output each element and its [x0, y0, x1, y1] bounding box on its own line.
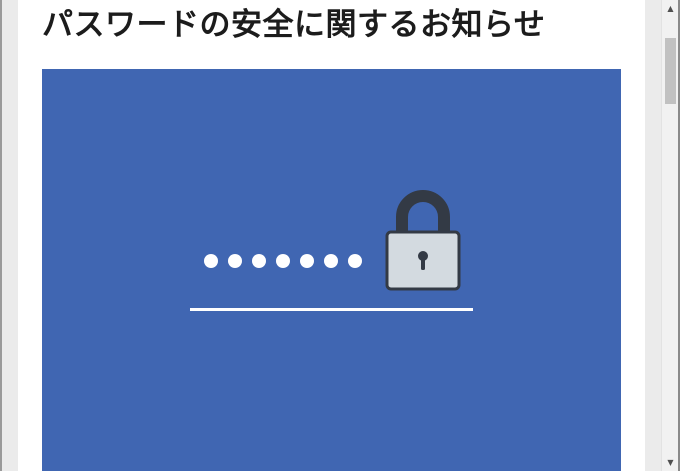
password-dot — [204, 254, 218, 268]
scroll-down-arrow-icon[interactable]: ▼ — [662, 454, 679, 471]
password-lock-illustration — [190, 190, 473, 311]
password-dot — [348, 254, 362, 268]
password-dot — [252, 254, 266, 268]
password-dot — [276, 254, 290, 268]
hero-image — [42, 69, 621, 471]
page-title: パスワードの安全に関するお知らせ — [42, 7, 546, 43]
scroll-thumb[interactable] — [665, 38, 676, 104]
browser-viewport: パスワードの安全に関するお知らせ ▲ ▼ — [0, 0, 680, 471]
vertical-scrollbar[interactable]: ▲ ▼ — [661, 0, 679, 471]
scroll-up-arrow-icon[interactable]: ▲ — [662, 0, 679, 17]
article-card: パスワードの安全に関するお知らせ — [18, 0, 645, 471]
window-left-edge — [0, 0, 2, 471]
padlock-icon — [385, 190, 461, 291]
password-underline — [190, 308, 473, 311]
password-dot — [300, 254, 314, 268]
password-dot — [324, 254, 338, 268]
masked-password-dots — [204, 254, 362, 268]
password-dot — [228, 254, 242, 268]
